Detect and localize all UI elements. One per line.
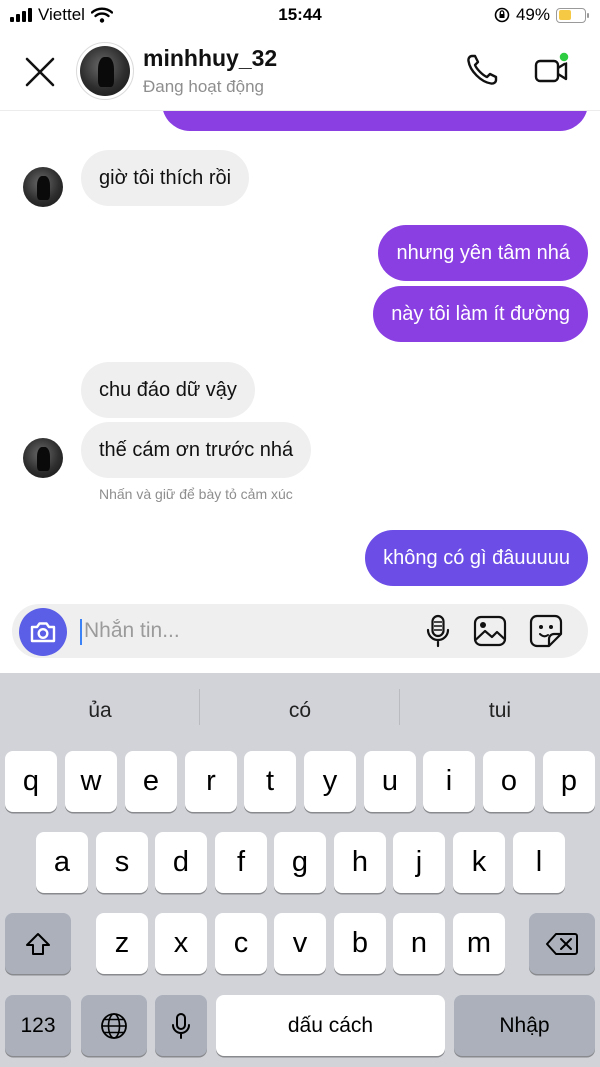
message-bubble-incoming[interactable]: chu đáo dữ vậy [81,362,255,418]
video-call-button[interactable] [532,50,572,90]
key[interactable]: w [65,751,117,812]
key[interactable]: d [155,832,207,893]
chat-header: minhhuy_32 Đang hoạt động [0,32,600,110]
voice-call-button[interactable] [462,50,502,90]
key[interactable]: v [274,913,326,974]
shift-icon [26,932,50,955]
video-camera-icon [534,51,570,83]
header-avatar[interactable] [76,42,134,100]
camera-button[interactable] [19,608,67,656]
key[interactable]: e [125,751,177,812]
keyboard: ủa có tui q w e r t y u i o p a s d f g … [0,673,600,1067]
message-input[interactable] [84,613,404,649]
message-bubble-outgoing[interactable]: không có gì đâuuuuu [365,530,588,586]
message-bubble-outgoing[interactable]: nhưng yên tâm nhá [378,225,588,281]
key[interactable]: p [543,751,595,812]
phone-icon [467,54,498,85]
key[interactable]: m [453,913,505,974]
sticker-button[interactable] [528,613,564,649]
globe-key[interactable] [81,995,147,1056]
active-status: Đang hoạt động [143,77,264,96]
image-icon [473,615,507,647]
key[interactable]: s [96,832,148,893]
key[interactable]: f [215,832,267,893]
battery-icon [556,7,589,23]
key[interactable]: i [423,751,475,812]
voice-message-button[interactable] [420,613,456,649]
message-bubble-cropped [162,110,588,131]
space-key[interactable]: dấu cách [216,995,445,1056]
key[interactable]: h [334,832,386,893]
key[interactable]: a [36,832,88,893]
microphone-icon [172,1012,190,1039]
status-bar: Viettel 15:44 49% [0,0,600,32]
backspace-icon [546,932,578,955]
key[interactable]: t [244,751,296,812]
close-icon [25,57,55,87]
delete-key[interactable] [529,913,595,974]
key[interactable]: j [393,832,445,893]
key[interactable]: y [304,751,356,812]
reaction-hint: Nhấn và giữ để bày tỏ cảm xúc [99,486,293,502]
dictation-key[interactable] [155,995,207,1056]
shift-key[interactable] [5,913,71,974]
key[interactable]: l [513,832,565,893]
message-composer [12,604,588,658]
text-cursor [80,619,82,645]
key[interactable]: u [364,751,416,812]
key[interactable]: n [393,913,445,974]
sender-avatar[interactable] [23,438,63,478]
key[interactable]: g [274,832,326,893]
contact-name[interactable]: minhhuy_32 [143,45,277,72]
message-bubble-incoming[interactable]: giờ tôi thích rồi [81,150,250,206]
suggestion[interactable]: tui [400,673,600,748]
key[interactable]: c [215,913,267,974]
key[interactable]: x [155,913,207,974]
orientation-lock-icon [494,7,510,23]
suggestion[interactable]: có [200,673,400,748]
sticker-icon [529,614,563,648]
sender-avatar[interactable] [23,167,63,207]
close-button[interactable] [20,52,60,92]
message-bubble-outgoing[interactable]: này tôi làm ít đường [373,286,588,342]
message-bubble-incoming[interactable]: thế cám ơn trước nhá [81,422,312,478]
camera-icon [30,622,56,643]
key[interactable]: b [334,913,386,974]
numbers-key[interactable]: 123 [5,995,71,1056]
gallery-button[interactable] [472,613,508,649]
avatar [80,46,130,96]
battery-percent: 49% [515,5,550,24]
key[interactable]: z [96,913,148,974]
globe-icon [101,1012,127,1039]
microphone-icon [426,614,450,648]
key[interactable]: r [185,751,237,812]
return-key[interactable]: Nhập [454,995,595,1056]
suggestion[interactable]: ủa [0,673,200,748]
message-thread[interactable]: giờ tôi thích rồi nhưng yên tâm nhá này … [0,110,600,600]
key[interactable]: o [483,751,535,812]
status-right: 49% [494,5,589,25]
key[interactable]: q [5,751,57,812]
key[interactable]: k [453,832,505,893]
